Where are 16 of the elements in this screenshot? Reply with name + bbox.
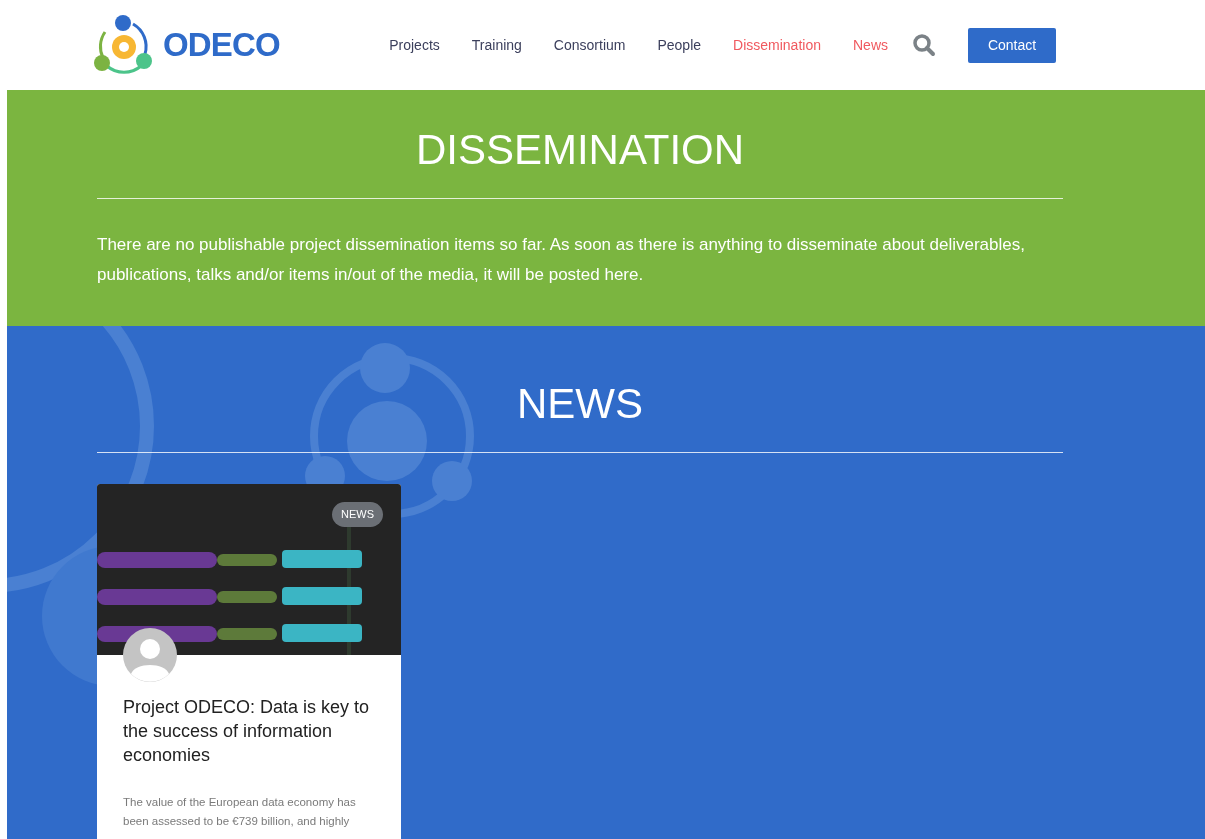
avatar-icon xyxy=(123,628,177,682)
contact-button[interactable]: Contact xyxy=(968,27,1056,63)
nav-link[interactable]: Projects xyxy=(389,34,440,56)
section-text: There are no publishable project dissemination items so far. As soon as there is anything to disseminate about deliverables, publications, talks and/or items in/out of the media, it will be posted here. xyxy=(97,234,1026,286)
post-title[interactable]: Project ODECO: Data is key to the success of information economies xyxy=(123,695,375,767)
news-card[interactable]: NEWS Project ODECO: Data is key to the success of information economies The value of the European data economy has been assessed to be €739 billion, and highly xyxy=(97,484,401,839)
category-badge[interactable]: NEWS xyxy=(332,502,383,527)
logo-text[interactable]: ODECO xyxy=(163,20,280,70)
section-title: DISSEMINATION xyxy=(414,125,746,175)
section-title: NEWS xyxy=(516,379,644,429)
post-excerpt: The value of the European data economy has been assessed to be €739 billion, and highly xyxy=(123,795,357,829)
search-icon[interactable] xyxy=(912,33,936,57)
nav-link[interactable]: Training xyxy=(471,34,522,56)
nav-link[interactable]: People xyxy=(657,34,702,56)
nav-link[interactable]: Consortium xyxy=(553,34,626,56)
logo-icon xyxy=(93,14,155,76)
